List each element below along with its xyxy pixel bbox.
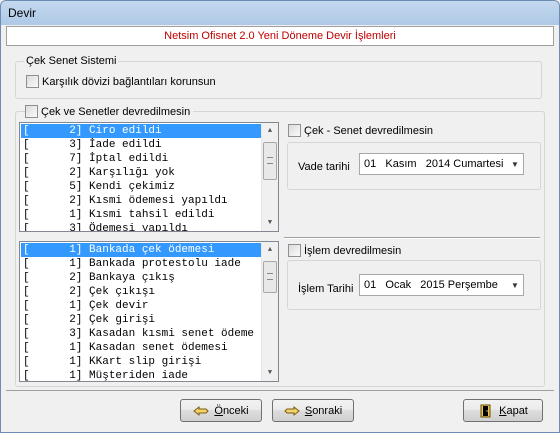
- list-item[interactable]: [ 1] Bankada çek ödemesi: [21, 243, 261, 257]
- chevron-down-icon[interactable]: ▼: [507, 160, 523, 169]
- cek-senetler-devredilmesin-checkbox[interactable]: [25, 105, 38, 118]
- chevron-down-icon[interactable]: ▼: [507, 281, 523, 290]
- cek-senetler-devredilmesin-row[interactable]: Çek ve Senetler devredilmesin: [25, 105, 194, 118]
- vade-tarihi-value: 01 Kasım 2014 Cumartesi: [364, 158, 504, 170]
- vade-group: Vade tarihi 01 Kasım 2014 Cumartesi ▼: [287, 142, 541, 190]
- scroll-down-icon[interactable]: ▼: [262, 215, 278, 231]
- cek-senet-sistemi-legend: Çek Senet Sistemi: [24, 55, 119, 67]
- title-bar[interactable]: Devir: [1, 1, 559, 25]
- islem-list-items: [ 1] Bankada çek ödemesi[ 1] Bankada pro…: [21, 243, 261, 381]
- scroll-grip-icon: [267, 273, 273, 280]
- islem-tarihi-label: İşlem Tarihi: [298, 283, 354, 295]
- scroll-up-icon[interactable]: ▲: [262, 242, 278, 258]
- kapat-button[interactable]: Kapat: [463, 399, 543, 422]
- islem-devredilmesin-row[interactable]: İşlem devredilmesin: [288, 244, 401, 257]
- durum-list-scrollbar[interactable]: ▲ ▼: [261, 123, 278, 231]
- door-exit-icon: [480, 404, 491, 417]
- scroll-thumb[interactable]: [263, 142, 277, 180]
- islem-devredilmesin-checkbox[interactable]: [288, 244, 301, 257]
- karsilik-label: Karşılık dövizi bağlantıları korunsun: [42, 75, 216, 88]
- kapat-label: Kapat: [499, 404, 528, 417]
- list-item[interactable]: [ 3] Kasadan kısmi senet ödeme: [21, 327, 261, 341]
- scroll-grip-icon: [267, 157, 273, 164]
- durum-listbox[interactable]: [ 2] Ciro edildi[ 3] İade edildi[ 7] İpt…: [19, 122, 279, 232]
- onceki-button[interactable]: Önceki: [180, 399, 262, 422]
- list-item[interactable]: [ 2] Bankaya çıkış: [21, 271, 261, 285]
- list-item[interactable]: [ 1] Çek devir: [21, 299, 261, 313]
- karsilik-checkbox-row[interactable]: Karşılık dövizi bağlantıları korunsun: [26, 75, 216, 88]
- sonraki-button[interactable]: Sonraki: [272, 399, 354, 422]
- vade-tarihi-label: Vade tarihi: [298, 161, 350, 173]
- sonraki-label: Sonraki: [304, 404, 343, 417]
- list-item[interactable]: [ 2] Ciro edildi: [21, 124, 261, 138]
- cek-senet-devredilmesin-checkbox[interactable]: [288, 124, 301, 137]
- list-item[interactable]: [ 1] Kısmi tahsil edildi: [21, 208, 261, 222]
- list-item[interactable]: [ 2] Karşılığı yok: [21, 166, 261, 180]
- onceki-label: Önceki: [214, 404, 249, 417]
- panel-separator: [284, 237, 540, 239]
- cek-senetler-devredilmesin-label: Çek ve Senetler devredilmesin: [41, 105, 191, 118]
- islem-listbox[interactable]: [ 1] Bankada çek ödemesi[ 1] Bankada pro…: [19, 241, 279, 382]
- list-item[interactable]: [ 2] Kısmi ödemesi yapıldı: [21, 194, 261, 208]
- list-item[interactable]: [ 2] Çek girişi: [21, 313, 261, 327]
- scroll-up-icon[interactable]: ▲: [262, 123, 278, 139]
- list-item[interactable]: [ 1] Müşteriden iade: [21, 369, 261, 381]
- islem-list-scrollbar[interactable]: ▲ ▼: [261, 242, 278, 381]
- header-banner: Netsim Ofisnet 2.0 Yeni Döneme Devir İşl…: [6, 26, 554, 46]
- list-item[interactable]: [ 1] KKart slip girişi: [21, 355, 261, 369]
- scroll-thumb[interactable]: [263, 261, 277, 293]
- islem-devredilmesin-label: İşlem devredilmesin: [304, 244, 402, 257]
- cek-senet-devredilmesin-label: Çek - Senet devredilmesin: [304, 124, 434, 137]
- list-item[interactable]: [ 3] Ödemesi yapıldı: [21, 222, 261, 231]
- hand-pointing-left-icon: [193, 405, 210, 416]
- list-item[interactable]: [ 5] Kendi çekimiz: [21, 180, 261, 194]
- list-item[interactable]: [ 3] İade edildi: [21, 138, 261, 152]
- scroll-down-icon[interactable]: ▼: [262, 365, 278, 381]
- devir-window: Devir Netsim Ofisnet 2.0 Yeni Döneme Dev…: [0, 0, 560, 433]
- vade-tarihi-picker[interactable]: 01 Kasım 2014 Cumartesi ▼: [359, 153, 524, 175]
- cek-senet-sistemi-group: Çek Senet Sistemi Karşılık dövizi bağlan…: [15, 55, 542, 99]
- list-item[interactable]: [ 1] Kasadan senet ödemesi: [21, 341, 261, 355]
- list-item[interactable]: [ 2] Çek çıkışı: [21, 285, 261, 299]
- islem-tarihi-group: İşlem Tarihi 01 Ocak 2015 Perşembe ▼: [287, 260, 541, 310]
- islem-tarihi-picker[interactable]: 01 Ocak 2015 Perşembe ▼: [359, 274, 524, 296]
- hand-pointing-right-icon: [284, 405, 300, 416]
- islem-tarihi-value: 01 Ocak 2015 Perşembe: [364, 279, 498, 291]
- cek-senet-devredilmesin-row[interactable]: Çek - Senet devredilmesin: [288, 124, 433, 137]
- window-title: Devir: [8, 6, 37, 20]
- list-item[interactable]: [ 7] İptal edildi: [21, 152, 261, 166]
- durum-list-items: [ 2] Ciro edildi[ 3] İade edildi[ 7] İpt…: [21, 124, 261, 231]
- list-item[interactable]: [ 1] Bankada protestolu iade: [21, 257, 261, 271]
- karsilik-checkbox[interactable]: [26, 75, 39, 88]
